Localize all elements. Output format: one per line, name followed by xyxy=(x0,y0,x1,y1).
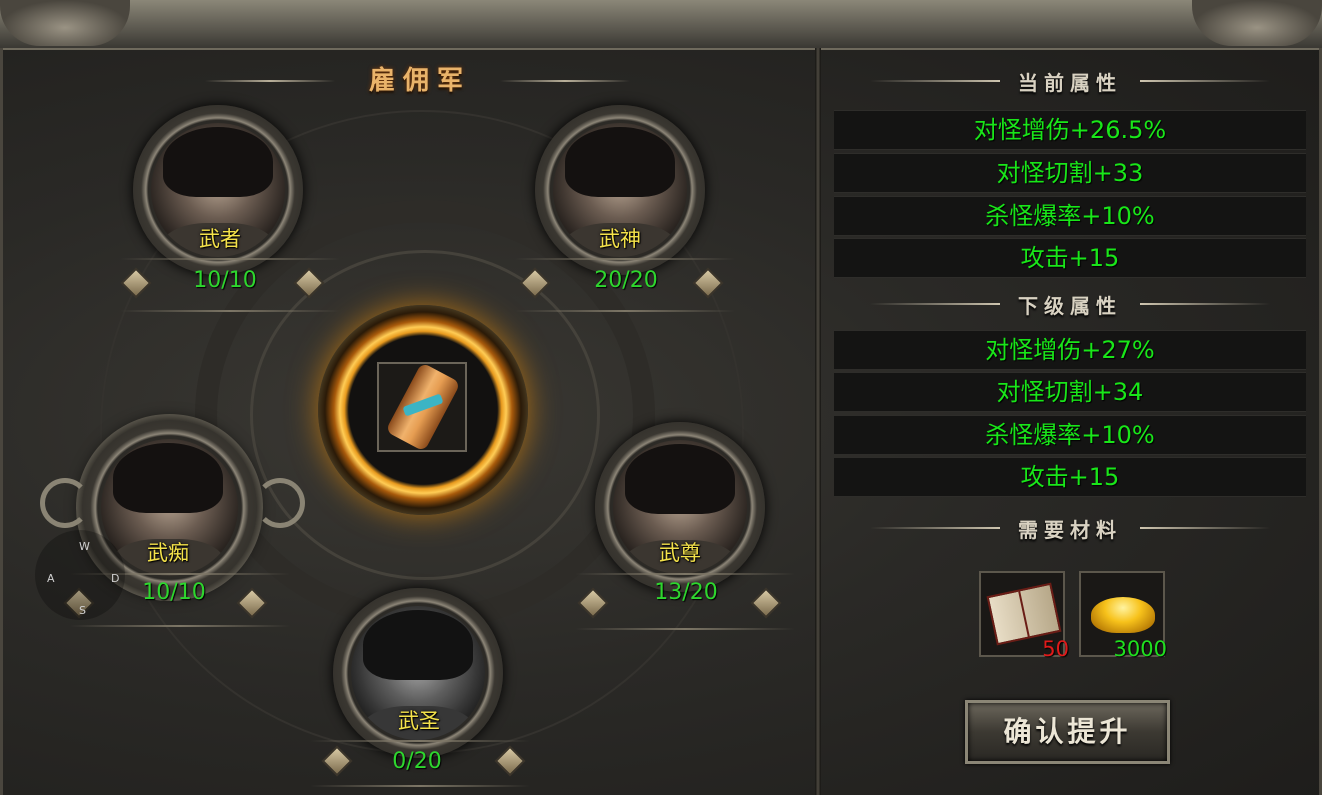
panel-divider xyxy=(815,48,821,795)
next-attr-row: 对怪切割+34 xyxy=(834,372,1306,412)
hero-name: 武圣 xyxy=(398,709,440,733)
book-icon xyxy=(986,582,1062,646)
dragon-ornament-left-icon xyxy=(0,0,130,46)
current-attrs-title: 当前属性 xyxy=(1018,71,1122,95)
next-attr-row: 攻击+15 xyxy=(834,457,1306,497)
next-attrs-title: 下级属性 xyxy=(1018,294,1122,318)
material-count: 3000 xyxy=(1113,637,1167,661)
current-attrs-header: 当前属性 xyxy=(830,63,1310,99)
hero-bar xyxy=(70,625,290,627)
key-w-label: W xyxy=(79,540,90,553)
next-attr-row: 对怪增伤+27% xyxy=(834,330,1306,370)
hero-bar xyxy=(515,310,735,312)
top-border xyxy=(0,0,1322,50)
game-panel: 雇佣军 武者 10/10 武神 20/20 武痴 10/10 W A S D 武… xyxy=(0,0,1322,795)
hero-bar xyxy=(310,785,530,787)
current-attr-row: 对怪切割+33 xyxy=(834,153,1306,193)
selection-ornament-left-icon xyxy=(40,478,90,528)
hero-bar xyxy=(120,258,340,260)
panel-title: 雇佣军 xyxy=(368,66,471,96)
dragon-ornament-right-icon xyxy=(1192,0,1322,46)
hero-count: 20/20 xyxy=(594,268,658,293)
current-attr-row: 对怪增伤+26.5% xyxy=(834,110,1306,150)
hero-count: 10/10 xyxy=(193,268,257,293)
next-attr-row: 杀怪爆率+10% xyxy=(834,415,1306,455)
hero-bar xyxy=(575,573,795,575)
hero-name: 武者 xyxy=(199,227,241,251)
hero-name: 武神 xyxy=(599,227,641,251)
selection-ornament-right-icon xyxy=(255,478,305,528)
hero-name: 武痴 xyxy=(147,541,189,565)
center-item-slot[interactable] xyxy=(377,362,467,452)
hero-name: 武尊 xyxy=(659,541,701,565)
material-slot-book[interactable]: 50 xyxy=(979,571,1069,661)
key-d-label: D xyxy=(111,572,120,585)
hero-bar xyxy=(575,628,795,630)
hero-bar xyxy=(310,740,530,742)
hero-count: 10/10 xyxy=(142,580,206,605)
material-slot-gold[interactable]: 3000 xyxy=(1079,571,1167,661)
next-attrs-header: 下级属性 xyxy=(830,286,1310,322)
materials-title: 需要材料 xyxy=(1018,518,1122,542)
current-attr-row: 攻击+15 xyxy=(834,238,1306,278)
gold-ingot-icon xyxy=(1091,597,1155,633)
hero-count: 0/20 xyxy=(392,749,442,774)
materials-header: 需要材料 xyxy=(830,510,1310,546)
key-a-label: A xyxy=(47,572,55,585)
hero-bar xyxy=(120,310,340,312)
current-attr-row: 杀怪爆率+10% xyxy=(834,196,1306,236)
confirm-upgrade-button[interactable]: 确认提升 xyxy=(965,700,1170,764)
hero-count: 13/20 xyxy=(654,580,718,605)
material-count: 50 xyxy=(1042,637,1069,661)
hero-bar xyxy=(515,258,735,260)
key-s-label: S xyxy=(79,604,86,617)
